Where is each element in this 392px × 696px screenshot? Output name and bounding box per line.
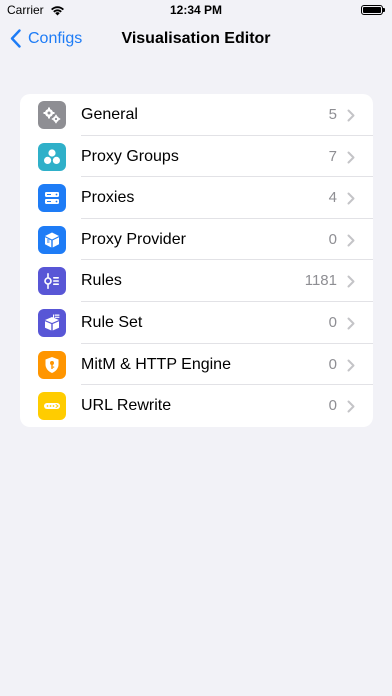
list-item-label: General <box>81 106 138 123</box>
list-item-proxy-provider[interactable]: Proxy Provider 0 <box>20 219 373 261</box>
settings-list: General 5 Proxy Groups 7 Proxies 4 Proxy… <box>20 94 373 427</box>
status-time: 12:34 PM <box>169 3 223 17</box>
list-item-mitm-http-engine[interactable]: MitM & HTTP Engine 0 <box>20 344 373 386</box>
gears-icon <box>38 101 66 129</box>
list-item-label: Rules <box>81 272 122 290</box>
shield-key-icon <box>38 350 66 379</box>
list-item-label: URL Rewrite <box>81 397 172 415</box>
chevron-right-icon <box>347 192 355 205</box>
rules-icon <box>38 267 66 296</box>
list-item-label: Proxy Groups <box>81 147 179 165</box>
list-item-count: 4 <box>328 189 337 207</box>
list-item-label: MitM & HTTP Engine <box>81 355 231 373</box>
list-item-count: 0 <box>328 313 337 331</box>
url-rewrite-icon <box>38 392 66 421</box>
page-title: Visualisation Editor <box>121 30 271 47</box>
list-item-rules[interactable]: Rules 1181 <box>20 260 373 302</box>
chevron-right-icon <box>347 151 355 164</box>
list-item-proxy-groups[interactable]: Proxy Groups 7 <box>20 136 373 178</box>
status-bar: Carrier 12:34 PM <box>0 0 392 22</box>
chevron-right-icon <box>347 234 355 247</box>
list-item-count: 5 <box>328 106 337 123</box>
chevron-right-icon <box>347 317 355 330</box>
list-item-count: 0 <box>328 355 337 373</box>
circles-group-icon <box>38 142 66 171</box>
list-item-count: 1181 <box>304 272 337 290</box>
box-provider-icon <box>38 225 66 254</box>
list-item-rule-set[interactable]: Rule Set 0 <box>20 302 373 344</box>
list-item-count: 0 <box>328 397 337 415</box>
list-item-count: 0 <box>328 230 337 248</box>
battery-icon <box>361 5 385 15</box>
chevron-right-icon <box>347 359 355 372</box>
list-item-label: Rule Set <box>81 313 143 331</box>
list-item-label: Proxies <box>81 189 135 207</box>
list-item-general[interactable]: General 5 <box>20 94 373 136</box>
server-icon <box>38 184 66 213</box>
chevron-right-icon <box>347 109 355 122</box>
chevron-right-icon <box>347 400 355 413</box>
list-item-label: Proxy Provider <box>81 230 186 248</box>
list-item-count: 7 <box>328 147 337 165</box>
list-item-proxies[interactable]: Proxies 4 <box>20 177 373 219</box>
rule-set-icon <box>38 308 66 337</box>
list-item-url-rewrite[interactable]: URL Rewrite 0 <box>20 385 373 427</box>
chevron-right-icon <box>347 275 355 288</box>
navigation-bar: Configs Visualisation Editor <box>0 22 392 58</box>
